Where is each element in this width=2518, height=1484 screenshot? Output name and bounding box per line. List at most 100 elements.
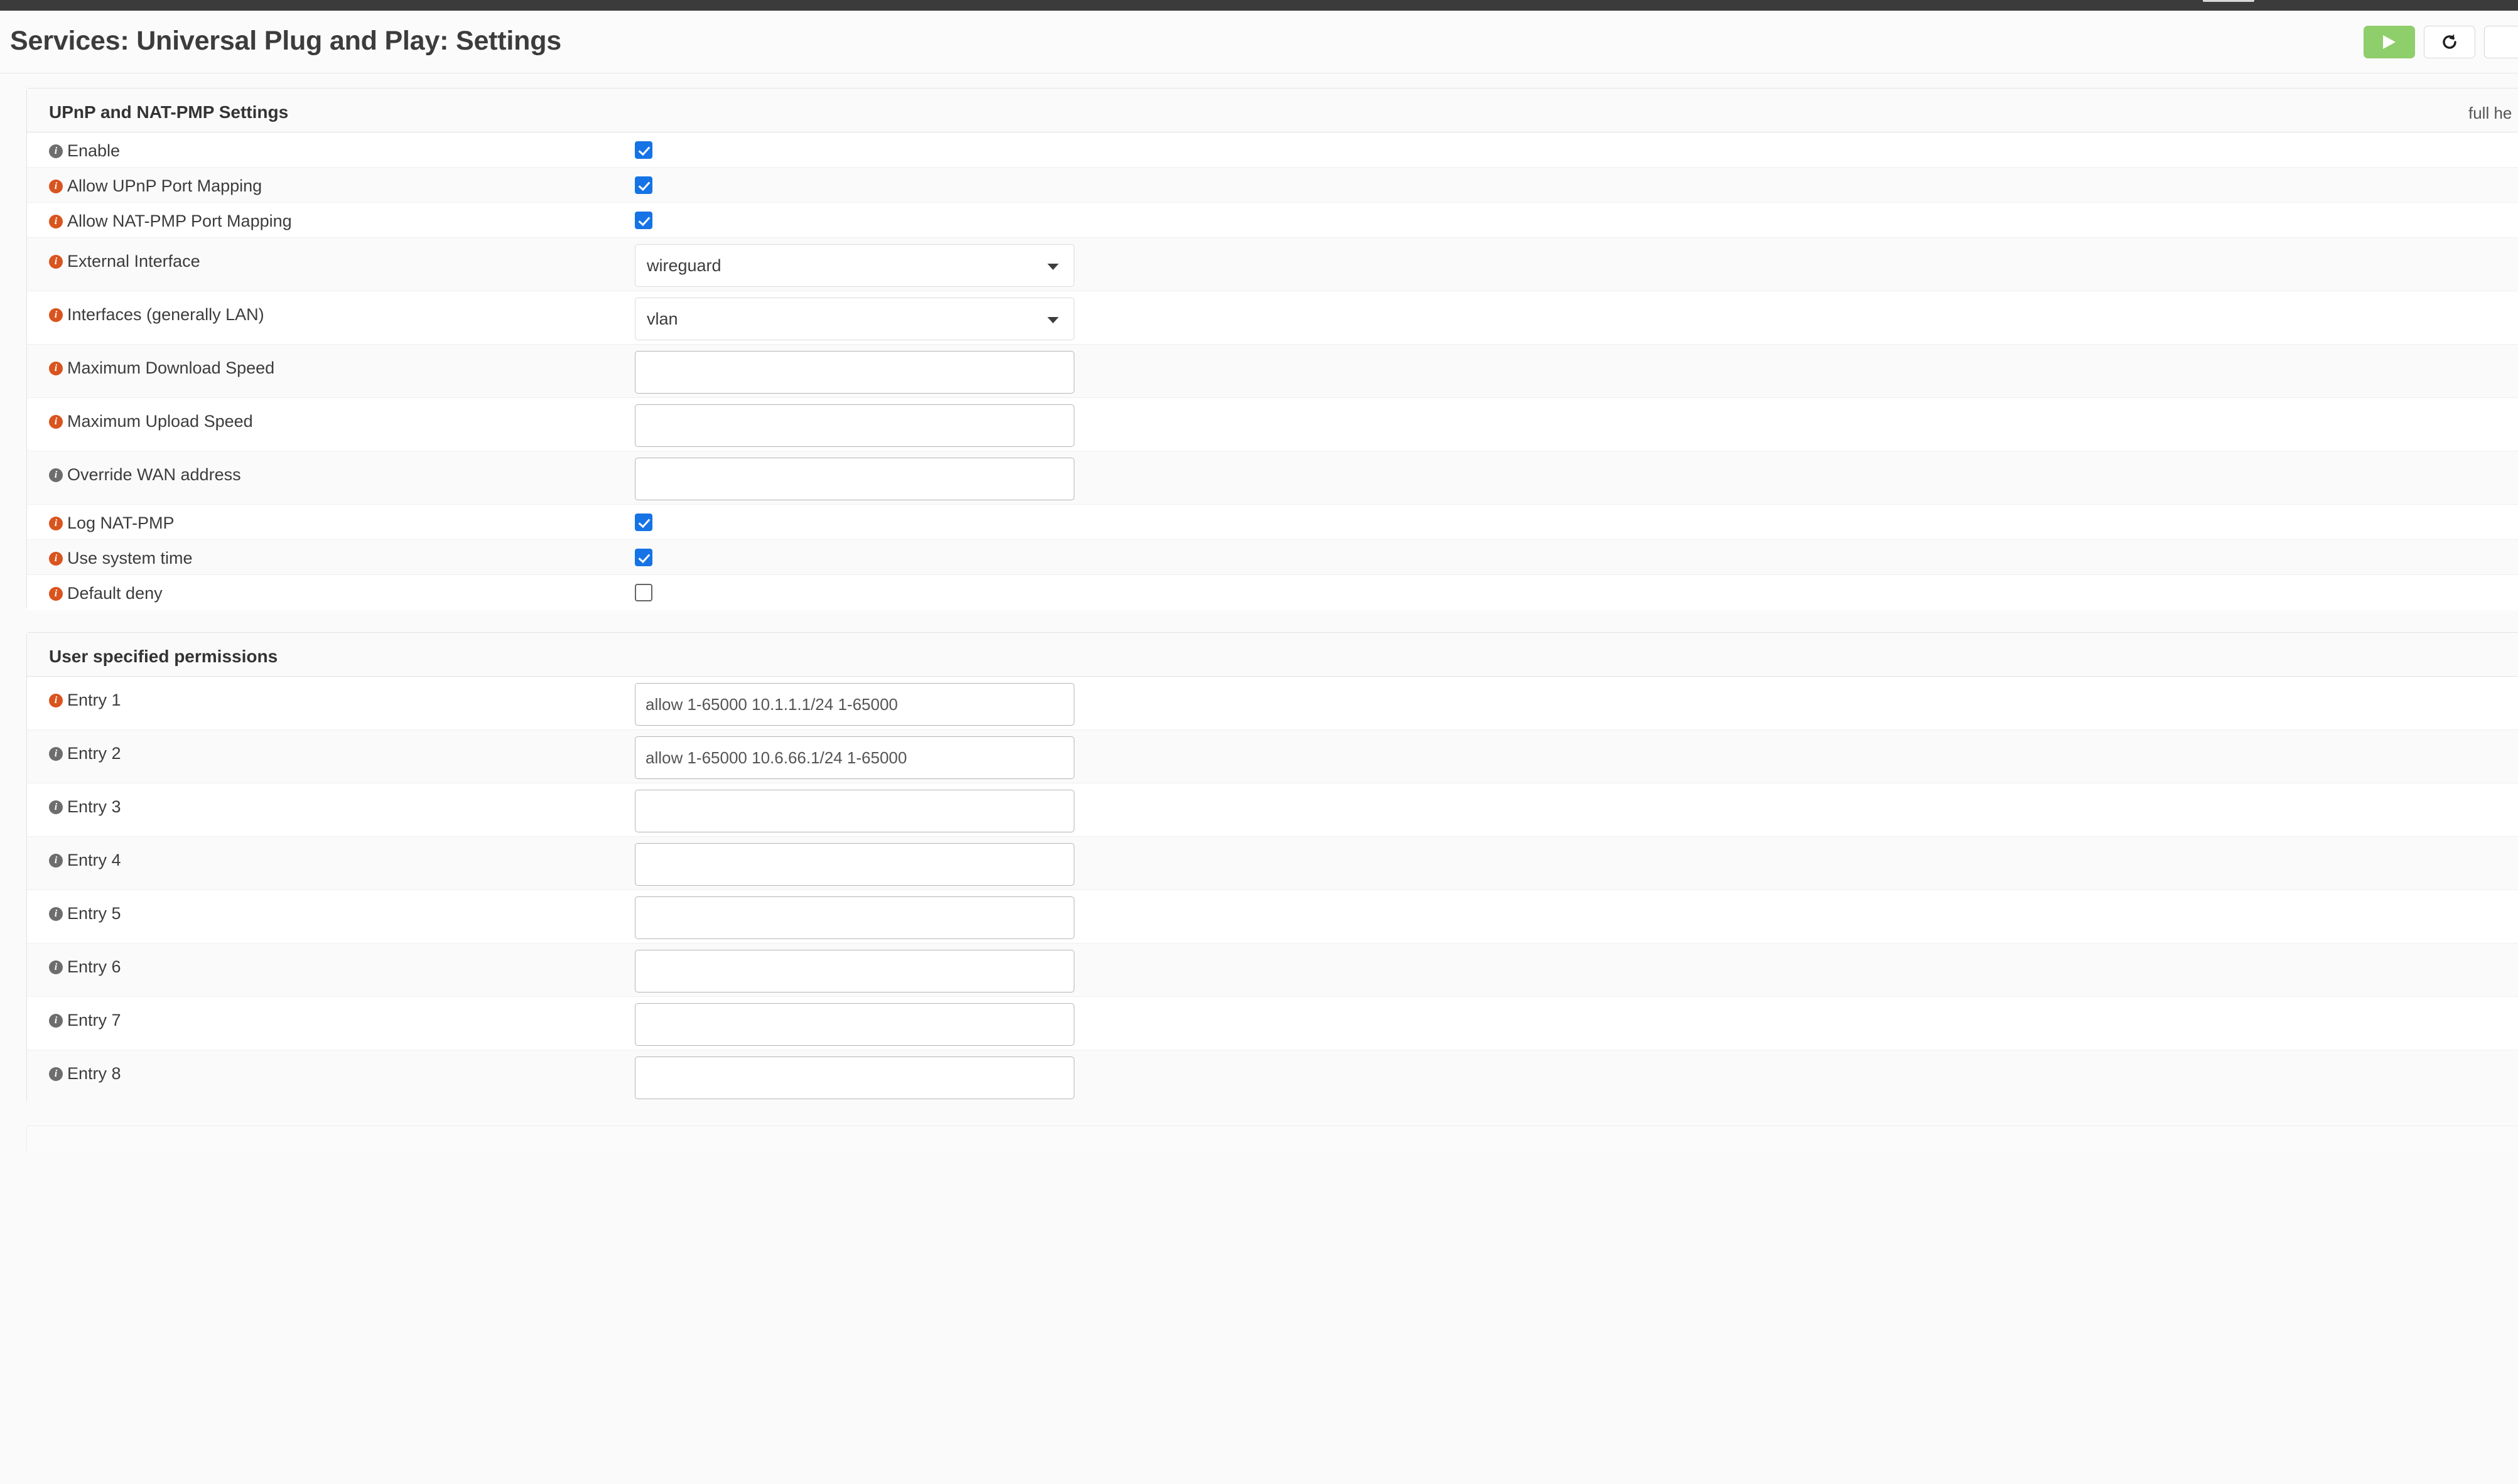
form-row-label-text: Entry 5 — [67, 904, 121, 923]
select-dropdown[interactable]: wireguard — [635, 244, 1074, 287]
form-row: i Entry 3 — [27, 783, 2518, 837]
panel-heading: UPnP and NAT-PMP Settingsfull he — [27, 89, 2518, 132]
form-row-label-text: External Interface — [67, 252, 200, 271]
text-input[interactable] — [635, 458, 1074, 500]
form-row-label-text: Entry 1 — [67, 691, 121, 710]
form-row-label-text: Allow UPnP Port Mapping — [67, 176, 262, 196]
checkbox[interactable] — [635, 141, 652, 159]
form-row-control — [635, 896, 1074, 939]
form-row-control — [635, 458, 1074, 500]
text-input[interactable] — [635, 351, 1074, 394]
form-row-label-text: Interfaces (generally LAN) — [67, 305, 264, 325]
info-icon[interactable]: i — [49, 517, 63, 530]
refresh-icon — [2440, 33, 2459, 51]
info-icon[interactable]: i — [49, 747, 63, 761]
form-row: i Entry 5 — [27, 890, 2518, 944]
form-row-control — [635, 549, 652, 566]
page-header: Services: Universal Plug and Play: Setti… — [0, 11, 2518, 73]
header-actions — [2364, 26, 2518, 58]
form-row-label: iEntry 8 — [49, 1064, 121, 1083]
text-input[interactable] — [635, 790, 1074, 832]
form-row-label-text: Maximum Download Speed — [67, 358, 274, 378]
form-row-control — [635, 351, 1074, 394]
form-row-label-text: Maximum Upload Speed — [67, 412, 253, 431]
checkbox[interactable] — [635, 212, 652, 229]
text-input[interactable] — [635, 1057, 1074, 1099]
form-row: i Maximum Upload Speed — [27, 398, 2518, 451]
checkbox[interactable] — [635, 176, 652, 194]
form-row-label-text: Entry 4 — [67, 851, 121, 870]
text-input[interactable] — [635, 1003, 1074, 1046]
form-row-control — [635, 513, 652, 531]
form-row: i Override WAN address — [27, 451, 2518, 505]
browser-tab-remnant — [2203, 0, 2254, 2]
form-row-control — [635, 212, 652, 229]
select-value: vlan — [635, 309, 678, 329]
chevron-down-icon — [1047, 264, 1059, 270]
info-icon[interactable]: i — [49, 694, 63, 707]
form-row: i Entry 4 — [27, 837, 2518, 890]
chevron-down-icon — [1047, 317, 1059, 323]
form-row-control: wireguard — [635, 244, 1074, 287]
info-icon[interactable]: i — [49, 255, 63, 269]
panel-heading: User specified permissions — [27, 633, 2518, 677]
form-row-control — [635, 176, 652, 194]
page-title: Services: Universal Plug and Play: Setti… — [10, 26, 561, 56]
form-row-label: i Entry 2 — [49, 744, 121, 763]
panel-heading-title: User specified permissions — [49, 647, 278, 667]
form-row-label-text: Log NAT-PMP — [67, 513, 175, 533]
form-row-label: i Maximum Upload Speed — [49, 412, 253, 431]
form-row-control — [635, 1003, 1074, 1046]
info-icon[interactable]: i — [49, 215, 63, 229]
info-icon[interactable]: i — [49, 468, 63, 482]
info-icon[interactable]: i — [49, 907, 63, 921]
overflow-button[interactable] — [2484, 26, 2518, 58]
checkbox[interactable] — [635, 513, 652, 531]
info-icon[interactable]: i — [49, 144, 63, 158]
text-input[interactable] — [635, 896, 1074, 939]
form-row-control — [635, 736, 1074, 779]
info-icon[interactable]: i — [49, 362, 63, 375]
form-row-label-text: Entry 3 — [67, 797, 121, 817]
form-row-label-text: Entry 2 — [67, 744, 121, 763]
form-row-label: i Entry 4 — [49, 851, 121, 870]
text-input[interactable] — [635, 404, 1074, 447]
info-icon[interactable]: i — [49, 1067, 63, 1081]
info-icon[interactable]: i — [49, 587, 63, 601]
info-icon[interactable]: i — [49, 415, 63, 429]
form-row-label: i Override WAN address — [49, 465, 241, 485]
form-row-label-text: Override WAN address — [67, 465, 241, 485]
form-row-control — [635, 141, 652, 159]
info-icon[interactable]: i — [49, 552, 63, 566]
form-row-control — [635, 843, 1074, 886]
reload-button[interactable] — [2424, 26, 2475, 58]
select-dropdown[interactable]: vlan — [635, 298, 1074, 340]
apply-button[interactable] — [2364, 26, 2415, 58]
info-icon[interactable]: i — [49, 180, 63, 193]
checkbox[interactable] — [635, 549, 652, 566]
form-row: iEntry 8 — [27, 1050, 2518, 1104]
text-input[interactable] — [635, 683, 1074, 726]
full-help-link[interactable]: full he — [2468, 104, 2512, 123]
info-icon[interactable]: i — [49, 308, 63, 322]
form-row-control — [635, 404, 1074, 447]
text-input[interactable] — [635, 950, 1074, 992]
info-icon[interactable]: i — [49, 854, 63, 868]
form-row: i Allow UPnP Port Mapping — [27, 168, 2518, 203]
text-input[interactable] — [635, 843, 1074, 886]
form-row-control — [635, 1057, 1074, 1099]
form-row-label: iAllow NAT-PMP Port Mapping — [49, 212, 292, 231]
checkbox[interactable] — [635, 584, 652, 601]
form-row: iUse system time — [27, 540, 2518, 575]
info-icon[interactable]: i — [49, 800, 63, 814]
form-row-label-text: Entry 7 — [67, 1011, 121, 1030]
form-row-label: iEntry 6 — [49, 957, 121, 977]
text-input[interactable] — [635, 736, 1074, 779]
panel-upnp-settings: UPnP and NAT-PMP Settingsfull heiEnablei… — [26, 88, 2518, 610]
info-icon[interactable]: i — [49, 1014, 63, 1028]
info-icon[interactable]: i — [49, 960, 63, 974]
select-value: wireguard — [635, 256, 721, 276]
form-row-label: i Interfaces (generally LAN) — [49, 305, 264, 325]
form-row-label: i Log NAT-PMP — [49, 513, 175, 533]
form-row: i Entry 1 — [27, 677, 2518, 730]
